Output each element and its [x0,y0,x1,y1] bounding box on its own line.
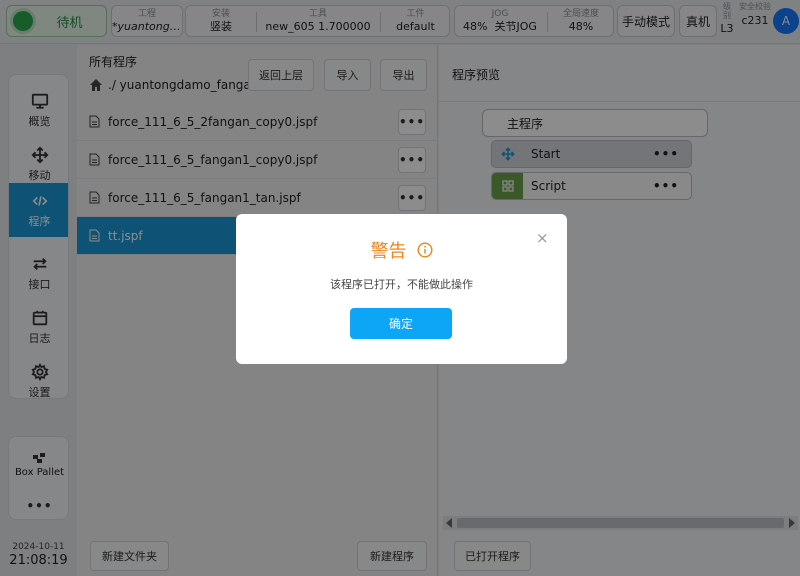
info-icon [416,242,433,258]
dialog-message: 该程序已打开，不能做此操作 [330,278,473,291]
dialog-title-text: 警告 [370,241,407,262]
confirm-button[interactable]: 确定 [350,308,452,339]
dialog-title: 警告 [236,237,567,263]
warning-dialog: 警告 × 该程序已打开，不能做此操作 确定 [236,214,567,364]
close-icon[interactable]: × [536,229,549,247]
